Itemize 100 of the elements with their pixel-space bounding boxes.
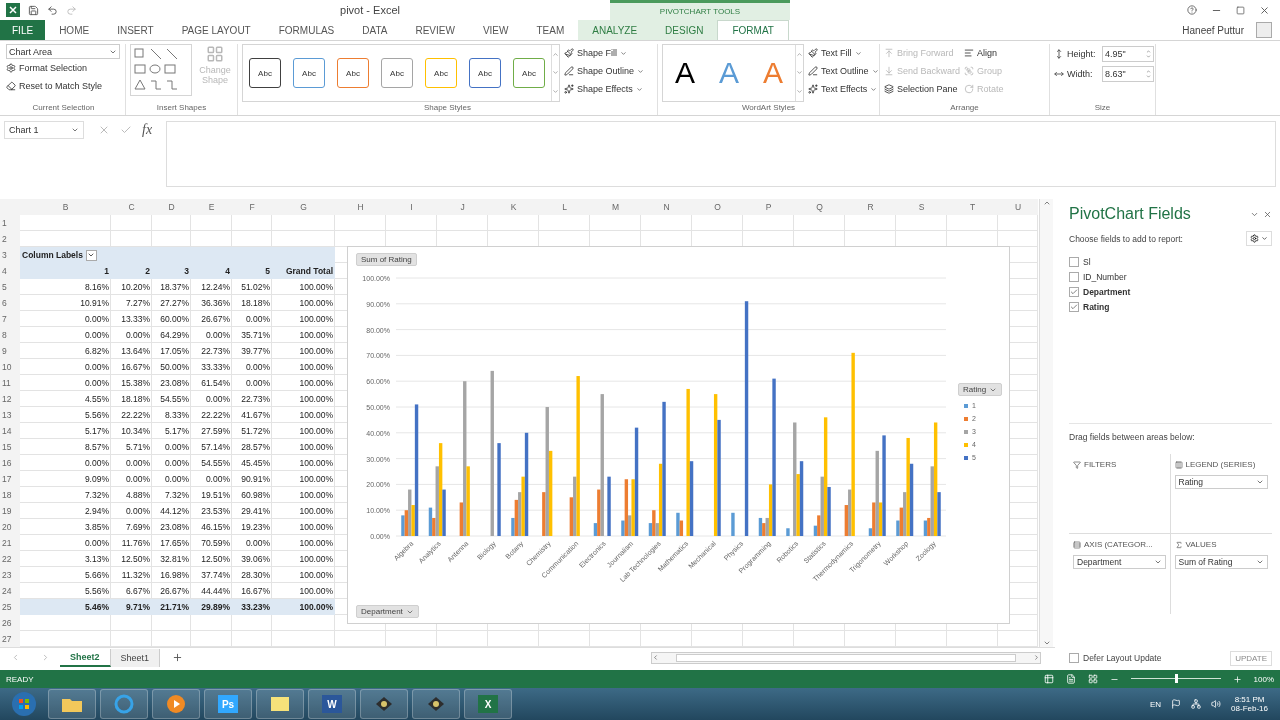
ribbon-command[interactable]: Format Selection [6,59,120,77]
row-number[interactable]: 25 [0,599,20,615]
ribbon-command[interactable]: Text Effects [808,80,879,98]
row-number[interactable]: 1 [0,215,20,231]
language-indicator[interactable]: EN [1149,699,1162,709]
table-cell-text: 22.22% [120,409,151,422]
column-header[interactable]: P [743,199,794,215]
ribbon-tab[interactable]: ANALYZE [578,20,652,40]
ribbon-command[interactable]: Shape Outline [564,62,645,80]
ribbon-command[interactable]: Reset to Match Style [6,77,120,95]
column-header[interactable]: R [845,199,896,215]
ribbon-command[interactable]: Align [964,44,1004,62]
table-cell-text: 6.67% [124,585,151,598]
column-header[interactable]: U [998,199,1038,215]
wordart-style[interactable]: A [663,55,707,91]
column-header[interactable]: E [191,199,232,215]
ribbon-tab[interactable]: DESIGN [651,20,718,40]
row-number[interactable]: 17 [0,471,20,487]
row-number[interactable]: 22 [0,551,20,567]
size-field[interactable]: 4.95" [1102,46,1154,62]
ribbon-command[interactable]: Selection Pane [884,80,961,98]
chart-element-dropdown[interactable]: Chart Area [6,44,120,59]
name-box[interactable]: Chart 1 [4,121,84,139]
row-number[interactable]: 26 [0,615,20,631]
shape-style-swatch[interactable]: Abc [249,58,281,88]
table-cell-text: 4.88% [124,489,151,502]
row-number[interactable]: 19 [0,503,20,519]
legend-field-button[interactable]: Rating [958,383,1003,396]
row-number[interactable]: 4 [0,263,20,279]
column-header[interactable]: S [896,199,947,215]
axis-field-button[interactable]: Department [356,605,419,618]
row-number[interactable]: 27 [0,631,20,647]
sheet-tab[interactable]: Sheet2 [60,648,111,667]
column-header[interactable]: H [335,199,386,215]
row-number[interactable]: 12 [0,391,20,407]
row-number[interactable]: 14 [0,423,20,439]
taskbar-button[interactable]: X [464,689,512,719]
column-header[interactable]: O [692,199,743,215]
area-label: FILTERS [1073,460,1166,469]
area-field-dropdown[interactable]: Sum of Rating [1174,555,1268,569]
shape-style-swatch[interactable]: Abc [337,58,369,88]
column-header[interactable]: J [437,199,488,215]
taskbar-button[interactable]: W [308,689,356,719]
shape-style-swatch[interactable]: Abc [381,58,413,88]
shape-style-swatch[interactable]: Abc [293,58,325,88]
column-header[interactable]: K [488,199,539,215]
sheet-tab[interactable]: Sheet1 [110,648,161,667]
row-number[interactable]: 6 [0,295,20,311]
wordart-style[interactable]: A [707,55,751,91]
insert-function-button[interactable]: fx [142,122,153,138]
row-number[interactable]: 9 [0,343,20,359]
row-number[interactable]: 8 [0,327,20,343]
table-cell-text: 3.13% [83,553,110,566]
area-label: AXIS (CATEGOR... [1073,540,1166,549]
row-number[interactable]: 10 [0,359,20,375]
ribbon-command[interactable]: Shape Effects [564,80,645,98]
column-header[interactable]: L [539,199,590,215]
column-header[interactable]: M [590,199,641,215]
column-header[interactable]: T [947,199,998,215]
area-field-dropdown[interactable]: Rating [1174,475,1268,489]
area-field-dropdown[interactable]: Department [1073,555,1166,569]
row-number[interactable]: 5 [0,279,20,295]
table-cell-text: 39.77% [240,345,271,358]
table-cell-text: 9.09% [83,473,110,486]
column-header[interactable]: B [20,199,111,215]
row-number[interactable]: 2 [0,231,20,247]
ribbon-command[interactable]: Text Fill [808,44,879,62]
column-header[interactable]: Q [794,199,845,215]
row-number[interactable]: 23 [0,567,20,583]
row-number[interactable]: 18 [0,487,20,503]
column-header[interactable]: N [641,199,692,215]
table-cell-text: 5.56% [83,585,110,598]
row-number[interactable]: 11 [0,375,20,391]
row-number[interactable]: 24 [0,583,20,599]
ribbon-command[interactable]: Shape Fill [564,44,645,62]
ribbon-tab[interactable]: FILE [0,20,46,40]
ribbon-tab[interactable]: FORMAT [717,20,789,40]
row-number[interactable]: 15 [0,439,20,455]
column-header[interactable]: I [386,199,437,215]
shape-style-swatch[interactable]: Abc [513,58,545,88]
context-tab-header: PIVOTCHART TOOLS [610,0,790,20]
shape-style-swatch[interactable]: Abc [469,58,501,88]
table-cell-text: 100.00% [298,329,334,342]
row-number[interactable]: 16 [0,455,20,471]
row-number[interactable]: 21 [0,535,20,551]
column-header[interactable]: D [152,199,191,215]
row-number[interactable]: 20 [0,519,20,535]
column-labels-text: Column Labels [22,250,83,260]
shape-style-swatch[interactable]: Abc [425,58,457,88]
row-number[interactable]: 13 [0,407,20,423]
value-field-button[interactable]: Sum of Rating [356,253,417,266]
total-cell: 33.23% [232,599,272,615]
column-header[interactable]: F [232,199,272,215]
row-number[interactable]: 3 [0,247,20,263]
user-name[interactable]: Haneef Puttur [1176,23,1250,37]
row-number[interactable]: 7 [0,311,20,327]
ribbon-command[interactable]: Text Outline [808,62,879,80]
column-header[interactable]: C [111,199,152,215]
size-field[interactable]: 8.63" [1102,66,1154,82]
column-header[interactable]: G [272,199,335,215]
